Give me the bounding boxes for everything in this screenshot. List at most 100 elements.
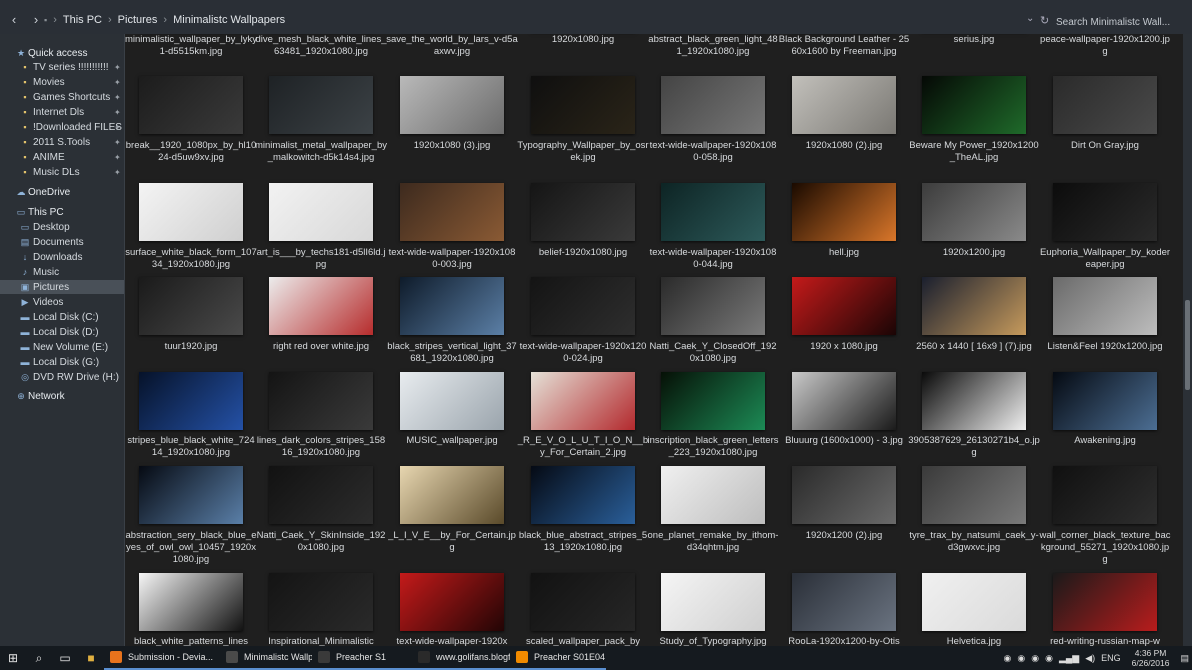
sidebar-item[interactable]: ▬ Local Disk (D:) — [0, 325, 124, 339]
thumbnail-image[interactable] — [1053, 183, 1157, 241]
sidebar-item[interactable]: ▪ Internet Dls ✦ — [0, 105, 124, 119]
breadcrumb-item[interactable]: Pictures — [118, 14, 158, 26]
search-input[interactable]: Search Minimalistc Wall... — [1056, 13, 1186, 31]
sidebar-item[interactable]: ▭ This PC — [0, 205, 124, 219]
sidebar-item[interactable]: ▤ Documents — [0, 235, 124, 249]
taskbar-app-button[interactable]: Preacher S1 — [312, 646, 412, 670]
thumbnail-image[interactable] — [1053, 573, 1157, 631]
thumbnail-image[interactable] — [269, 76, 373, 134]
sidebar-item[interactable]: ★ Quick access — [0, 46, 124, 60]
thumbnail-image[interactable] — [661, 573, 765, 631]
thumbnail-image[interactable] — [531, 277, 635, 335]
start-button[interactable]: ⊞ — [0, 646, 26, 670]
media-icon[interactable]: ■ — [78, 646, 104, 670]
thumbnail-image[interactable] — [661, 466, 765, 524]
thumbnail-image[interactable] — [400, 183, 504, 241]
clock[interactable]: 4:36 PM 6/26/2016 — [1132, 648, 1170, 668]
thumbnail-image[interactable] — [400, 76, 504, 134]
sidebar-item[interactable]: ▶ Videos — [0, 295, 124, 309]
thumbnail-image[interactable] — [139, 183, 243, 241]
sidebar-item[interactable]: ▪ !Downloaded FILES ✦ — [0, 120, 124, 134]
thumbnail-image[interactable] — [922, 466, 1026, 524]
back-icon[interactable]: ‹ — [6, 12, 22, 27]
network-icon[interactable]: ▂▄▆ — [1059, 653, 1079, 664]
forward-icon[interactable]: › — [28, 12, 44, 27]
search-icon[interactable]: ⌕ — [26, 646, 52, 670]
thumbnail-image[interactable] — [922, 277, 1026, 335]
thumbnail-image[interactable] — [1053, 466, 1157, 524]
thumbnail-image[interactable] — [139, 573, 243, 631]
sidebar-item[interactable]: ▪ TV series !!!!!!!!!!! ✦ — [0, 60, 124, 74]
sidebar-item[interactable]: ⊕ Network — [0, 389, 124, 403]
chevron-down-icon[interactable]: ⌄ — [1026, 13, 1034, 24]
thumbnail-image[interactable] — [1053, 277, 1157, 335]
thumbnail-image[interactable] — [792, 277, 896, 335]
tray-icon[interactable]: ◉ — [1004, 653, 1012, 664]
sidebar-item[interactable]: ▬ Local Disk (G:) — [0, 355, 124, 369]
thumbnail-image[interactable] — [139, 76, 243, 134]
thumbnail-image[interactable] — [922, 573, 1026, 631]
breadcrumb-item[interactable]: This PC — [63, 14, 102, 26]
sidebar-item[interactable]: ▪ 2011 S.Tools ✦ — [0, 135, 124, 149]
volume-icon[interactable]: ◀) — [1085, 653, 1095, 664]
sidebar-item[interactable]: ▬ Local Disk (C:) — [0, 310, 124, 324]
sidebar-item[interactable]: ▪ Movies ✦ — [0, 75, 124, 89]
thumbnail-image[interactable] — [531, 573, 635, 631]
scrollbar[interactable] — [1183, 34, 1192, 646]
thumbnail-image[interactable] — [139, 466, 243, 524]
thumbnail-image[interactable] — [922, 372, 1026, 430]
refresh-icon[interactable]: ↻ — [1040, 14, 1049, 27]
thumbnail-image[interactable] — [400, 466, 504, 524]
thumbnail-image[interactable] — [531, 76, 635, 134]
sidebar-item[interactable]: ↓ Downloads — [0, 250, 124, 264]
breadcrumb-item[interactable]: Minimalistc Wallpapers — [173, 14, 285, 26]
tray-icon[interactable]: ◉ — [1031, 653, 1039, 664]
thumbnail-image[interactable] — [139, 372, 243, 430]
thumbnail-image[interactable] — [269, 466, 373, 524]
thumbnail-image[interactable] — [922, 76, 1026, 134]
thumbnail-image[interactable] — [1053, 76, 1157, 134]
thumbnail-image[interactable] — [531, 372, 635, 430]
thumbnail-image[interactable] — [269, 277, 373, 335]
thumbnail-image[interactable] — [1053, 372, 1157, 430]
sidebar-item[interactable]: ▬ New Volume (E:) — [0, 340, 124, 354]
taskbar-app-button[interactable]: Minimalistc Wallpa... — [220, 646, 312, 670]
sidebar-item[interactable]: ▪ Games Shortcuts ✦ — [0, 90, 124, 104]
notification-icon[interactable]: ▤ — [1180, 653, 1189, 664]
scrollbar-thumb[interactable] — [1185, 300, 1190, 390]
thumbnail-image[interactable] — [400, 277, 504, 335]
sidebar-item[interactable]: ☁ OneDrive — [0, 185, 124, 199]
sidebar-item[interactable]: ▪ ANIME ✦ — [0, 150, 124, 164]
thumbnail-image[interactable] — [531, 466, 635, 524]
thumbnail-image[interactable] — [792, 573, 896, 631]
breadcrumb-root-icon[interactable]: ▪ — [44, 15, 47, 25]
thumbnail-image[interactable] — [792, 76, 896, 134]
sidebar-item[interactable]: ▣ Pictures — [0, 280, 124, 294]
thumbnail-image[interactable] — [661, 183, 765, 241]
sidebar-item[interactable]: ▭ Desktop — [0, 220, 124, 234]
thumbnail-image[interactable] — [661, 372, 765, 430]
sidebar-item[interactable]: ♪ Music — [0, 265, 124, 279]
thumbnail-image[interactable] — [792, 372, 896, 430]
thumbnail-image[interactable] — [792, 183, 896, 241]
sidebar-item[interactable]: ▪ Music DLs ✦ — [0, 165, 124, 179]
tray-icon[interactable]: ◉ — [1017, 653, 1025, 664]
thumbnail-image[interactable] — [269, 573, 373, 631]
thumbnail-image[interactable] — [661, 277, 765, 335]
file-explorer-icon[interactable]: ▭ — [52, 646, 78, 670]
thumbnail-image[interactable] — [661, 76, 765, 134]
taskbar-app-button[interactable]: Submission - Devia... — [104, 646, 220, 670]
thumbnail-image[interactable] — [400, 372, 504, 430]
language-indicator[interactable]: ENG — [1101, 653, 1121, 663]
thumbnail-image[interactable] — [269, 372, 373, 430]
thumbnail-image[interactable] — [139, 277, 243, 335]
thumbnail-image[interactable] — [531, 183, 635, 241]
sidebar-item[interactable]: ◎ DVD RW Drive (H:) — [0, 370, 124, 384]
thumbnail-image[interactable] — [400, 573, 504, 631]
taskbar-app-button[interactable]: Preacher S01E04 - V... — [510, 646, 606, 670]
tray-icon[interactable]: ◉ — [1045, 653, 1053, 664]
thumbnail-image[interactable] — [269, 183, 373, 241]
thumbnail-image[interactable] — [792, 466, 896, 524]
taskbar-app-button[interactable]: www.golifans.blogf... — [412, 646, 510, 670]
thumbnail-image[interactable] — [922, 183, 1026, 241]
